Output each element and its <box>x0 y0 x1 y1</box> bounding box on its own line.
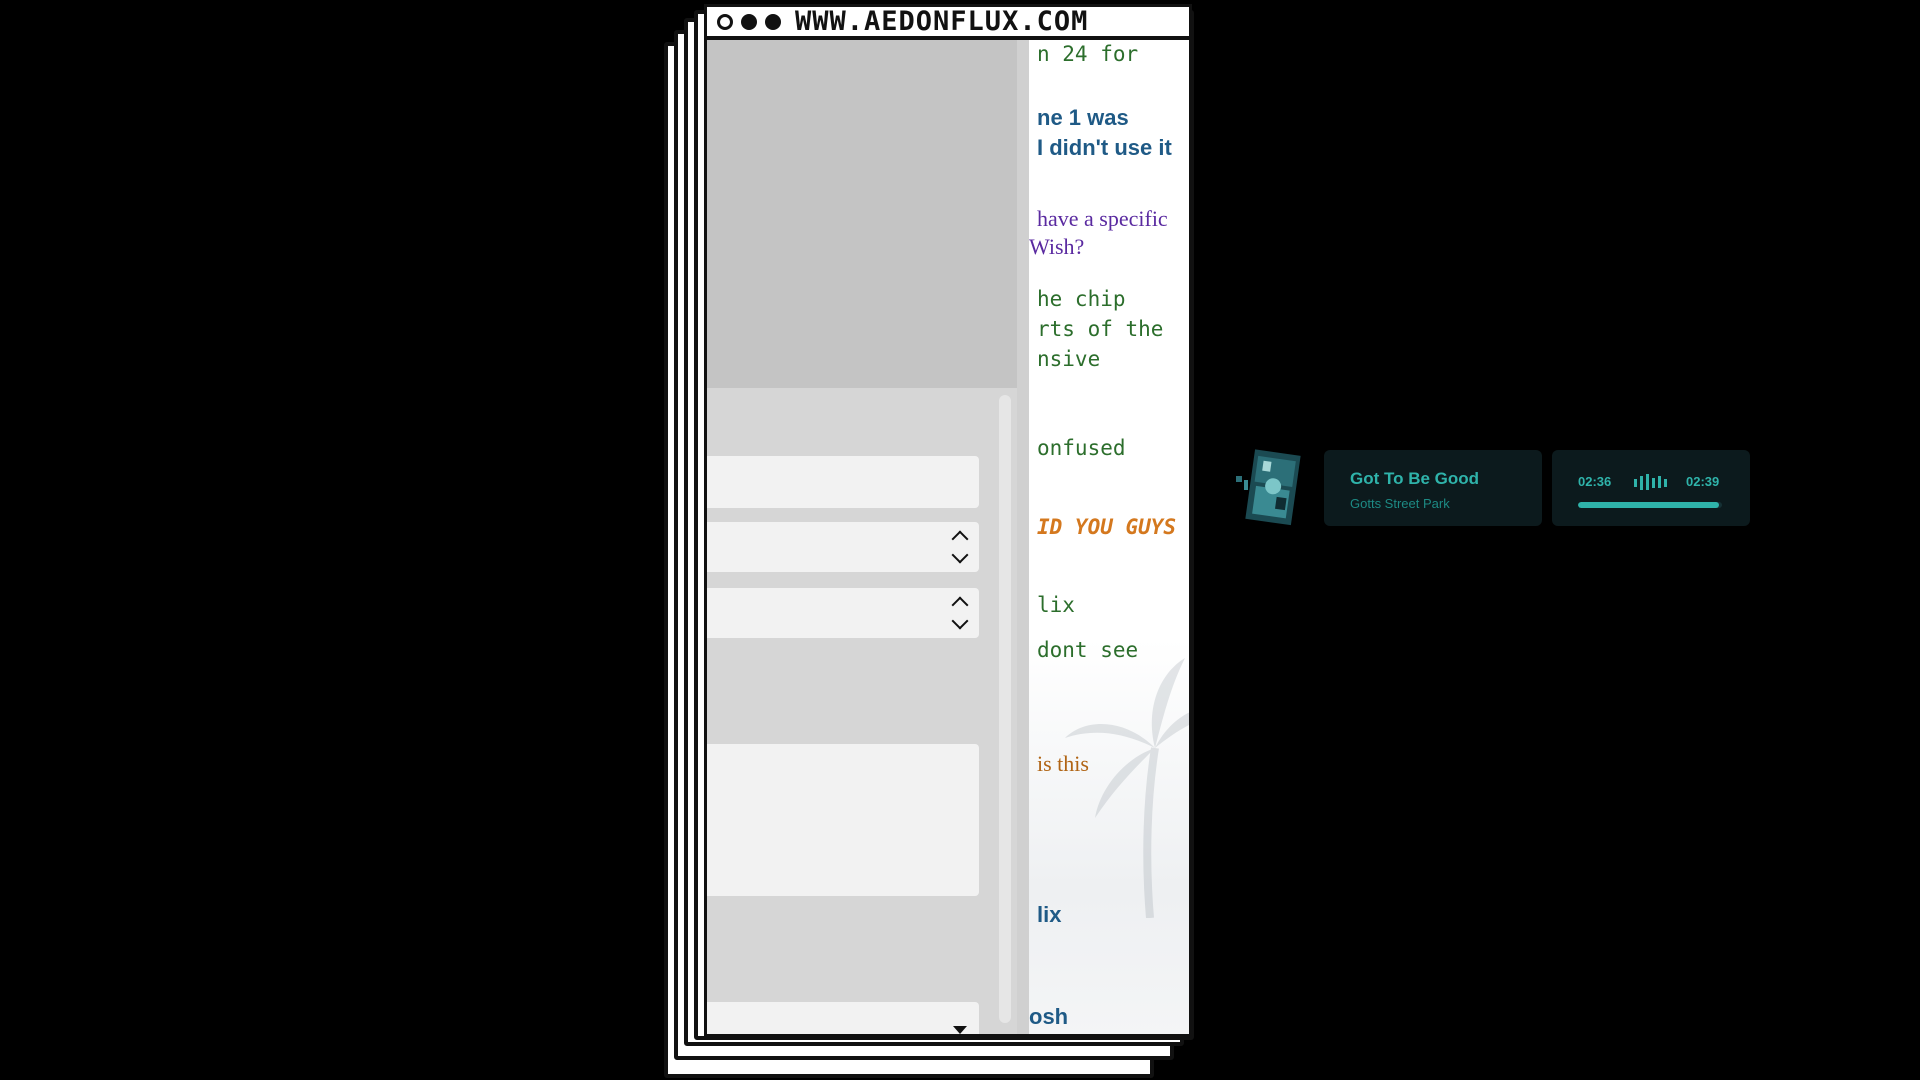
music-player: Got To Be Good Gotts Street Park 02:36 0… <box>1236 446 1750 528</box>
window-close-icon[interactable] <box>717 13 733 30</box>
chat-message-line: rts of the <box>1037 317 1164 341</box>
browser-title-bar: WWW.AEDONFLUX.COM <box>704 4 1192 40</box>
progress-fill <box>1578 502 1720 508</box>
chat-message-line: I didn't use it <box>1037 135 1172 160</box>
select-arrow-wrap <box>941 1002 979 1034</box>
chat-message-line: is this <box>1037 751 1089 776</box>
form-scroll-track <box>1017 40 1029 1034</box>
track-artist: Gotts Street Park <box>1350 496 1450 511</box>
chat-message-line: dont see <box>1037 638 1139 662</box>
form-panel <box>707 40 1029 1034</box>
stepper-controls <box>941 522 979 572</box>
window-maximize-icon[interactable] <box>765 13 781 30</box>
form-scrollbar[interactable] <box>999 395 1011 1023</box>
chat-message-line: osh <box>1029 1004 1069 1029</box>
progress-bar[interactable] <box>1578 502 1722 508</box>
chat-message-line: he chip <box>1037 287 1126 311</box>
elapsed-time: 02:36 <box>1578 474 1612 489</box>
chat-message-line: onfused <box>1037 436 1126 460</box>
stepper-controls <box>941 588 979 638</box>
chat-message-line: lix <box>1037 902 1062 927</box>
form-image-placeholder <box>707 40 1017 388</box>
album-cover[interactable] <box>1236 446 1306 528</box>
chat-message-line: ID YOU GUYS <box>1037 515 1177 539</box>
chat-message-line: Wish? <box>1029 234 1085 259</box>
browser-content: n 24 for ne 1 was I didn't use it have a… <box>704 40 1192 1038</box>
palm-tree-watermark <box>1065 658 1189 918</box>
browser-url: WWW.AEDONFLUX.COM <box>795 6 1089 37</box>
chevron-down-icon[interactable] <box>951 612 969 630</box>
number-stepper[interactable] <box>707 588 979 638</box>
number-stepper[interactable] <box>707 522 979 572</box>
total-duration: 02:39 <box>1686 474 1720 489</box>
text-input[interactable] <box>707 456 979 508</box>
chat-message-line: lix <box>1037 593 1075 617</box>
track-info: Got To Be Good Gotts Street Park <box>1324 450 1542 526</box>
chat-message-line: have a specific <box>1037 206 1168 231</box>
chat-message-line: nsive <box>1037 347 1101 371</box>
window-minimize-icon[interactable] <box>741 13 757 30</box>
triangle-down-icon[interactable] <box>953 1026 967 1034</box>
chevron-up-icon[interactable] <box>951 596 969 614</box>
equalizer-icon <box>1634 474 1667 490</box>
chevron-up-icon[interactable] <box>951 530 969 548</box>
track-title: Got To Be Good <box>1350 469 1480 488</box>
chevron-down-icon[interactable] <box>951 546 969 564</box>
chat-panel <box>1029 40 1189 1034</box>
chat-message-line: n 24 for <box>1037 42 1139 66</box>
textarea-field[interactable] <box>707 744 979 896</box>
chat-message-line: ne 1 was <box>1037 105 1129 130</box>
playback-info: 02:36 02:39 <box>1552 450 1750 526</box>
select-dropdown[interactable] <box>707 1002 979 1034</box>
